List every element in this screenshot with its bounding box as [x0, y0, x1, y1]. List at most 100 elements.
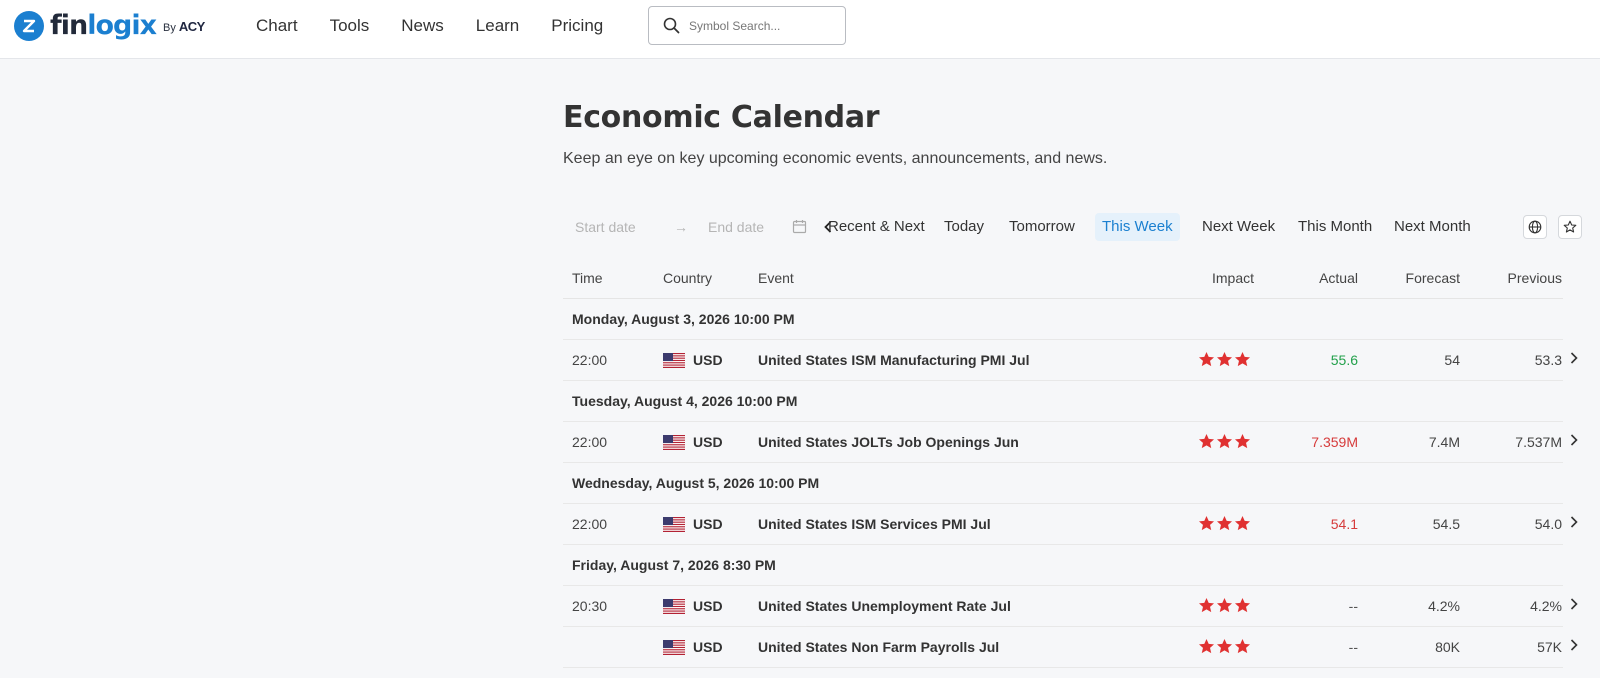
nav-learn[interactable]: Learn	[476, 16, 519, 36]
table-row[interactable]: 22:00 USD United States ISM Services PMI …	[563, 504, 1578, 545]
symbol-search-input[interactable]	[689, 18, 829, 33]
table-body: Monday, August 3, 2026 10:00 PM 22:00 USD…	[563, 299, 1578, 668]
date-group-header: Monday, August 3, 2026 10:00 PM	[563, 299, 1563, 340]
forecast-value: 4.2%	[1428, 598, 1460, 614]
date-group-header: Wednesday, August 5, 2026 10:00 PM	[563, 463, 1563, 504]
range-next-week[interactable]: Next Week	[1195, 213, 1282, 241]
page-title: Economic Calendar	[563, 100, 880, 135]
star-outline-icon	[1563, 220, 1577, 233]
logo-wordmark: finlogix	[50, 10, 157, 41]
chevron-right-icon[interactable]	[1570, 352, 1578, 364]
event-time: 22:00	[572, 516, 608, 532]
event-time: 22:00	[572, 434, 608, 450]
currency-code: USD	[693, 639, 723, 655]
end-date-input[interactable]	[696, 219, 791, 235]
table-header: Time Country Event Impact Actual Forecas…	[563, 258, 1563, 299]
date-group-label: Wednesday, August 5, 2026 10:00 PM	[572, 475, 820, 491]
nav-tools[interactable]: Tools	[330, 16, 370, 36]
chevron-right-icon[interactable]	[1570, 434, 1578, 446]
table-row[interactable]: 22:00 USD United States JOLTs Job Opening…	[563, 422, 1578, 463]
actual-value: 55.6	[1330, 352, 1358, 368]
star-icon	[1216, 351, 1233, 367]
table-row[interactable]: 22:00 USD United States ISM Manufacturing…	[563, 340, 1578, 381]
table-row[interactable]: USD United States Non Farm Payrolls Jul --…	[563, 627, 1578, 668]
previous-value: 4.2%	[1530, 598, 1562, 614]
globe-icon	[1528, 220, 1542, 234]
range-recent-next[interactable]: Recent & Next	[829, 213, 939, 241]
start-date-input[interactable]	[563, 219, 658, 235]
header-previous: Previous	[1507, 270, 1562, 286]
actual-value: --	[1348, 639, 1358, 655]
range-this-week[interactable]: This Week	[1095, 213, 1180, 241]
star-icon	[1216, 515, 1233, 531]
nav-chart[interactable]: Chart	[256, 16, 298, 36]
timezone-button[interactable]	[1523, 215, 1547, 239]
us-flag-icon	[663, 640, 685, 655]
currency-code: USD	[693, 598, 723, 614]
us-flag-icon	[663, 517, 685, 532]
symbol-search[interactable]	[648, 6, 846, 45]
header-forecast: Forecast	[1405, 270, 1460, 286]
range-next-month[interactable]: Next Month	[1387, 213, 1478, 241]
finlogix-logo[interactable]: finlogix By ACY	[14, 10, 205, 42]
chevron-right-icon[interactable]	[1570, 598, 1578, 610]
star-icon	[1234, 638, 1251, 654]
page-subtitle: Keep an eye on key upcoming economic eve…	[563, 150, 1108, 167]
forecast-value: 54.5	[1432, 516, 1460, 532]
range-this-month[interactable]: This Month	[1291, 213, 1379, 241]
header-event: Event	[758, 270, 794, 286]
star-icon	[1198, 433, 1215, 449]
event-name[interactable]: United States Non Farm Payrolls Jul	[758, 627, 999, 667]
date-group-header: Tuesday, August 4, 2026 10:00 PM	[563, 381, 1563, 422]
actual-value: --	[1348, 598, 1358, 614]
date-range-separator: →	[674, 219, 688, 235]
economic-calendar-table: Time Country Event Impact Actual Forecas…	[563, 258, 1578, 668]
range-tomorrow[interactable]: Tomorrow	[1002, 213, 1082, 241]
header-actual: Actual	[1319, 270, 1358, 286]
actual-value: 7.359M	[1311, 434, 1358, 450]
us-flag-icon	[663, 353, 685, 368]
chevron-right-icon[interactable]	[1570, 639, 1578, 651]
date-group-header: Friday, August 7, 2026 8:30 PM	[563, 545, 1563, 586]
event-name[interactable]: United States ISM Manufacturing PMI Jul	[758, 340, 1029, 380]
nav-pricing[interactable]: Pricing	[551, 16, 603, 36]
actual-value: 54.1	[1330, 516, 1358, 532]
star-icon	[1198, 638, 1215, 654]
date-group-label: Monday, August 3, 2026 10:00 PM	[572, 311, 795, 327]
us-flag-icon	[663, 599, 685, 614]
star-icon	[1216, 597, 1233, 613]
main-nav: Chart Tools News Learn Pricing	[256, 0, 635, 52]
us-flag-icon	[663, 435, 685, 450]
star-icon	[1234, 515, 1251, 531]
star-icon	[1216, 433, 1233, 449]
forecast-value: 7.4M	[1428, 434, 1460, 450]
currency-code: USD	[693, 434, 723, 450]
calendar-icon[interactable]	[792, 219, 807, 234]
chevron-right-icon[interactable]	[1570, 516, 1578, 528]
impact-stars	[1198, 351, 1251, 368]
nav-news[interactable]: News	[401, 16, 444, 36]
date-group-label: Friday, August 7, 2026 8:30 PM	[572, 557, 776, 573]
impact-stars	[1198, 597, 1251, 614]
star-icon	[1198, 351, 1215, 367]
favorites-button[interactable]	[1558, 215, 1582, 239]
logo-by-acy: By ACY	[163, 18, 205, 34]
forecast-value: 80K	[1435, 639, 1460, 655]
event-name[interactable]: United States ISM Services PMI Jul	[758, 504, 991, 544]
forecast-value: 54	[1444, 352, 1460, 368]
star-icon	[1234, 433, 1251, 449]
impact-stars	[1198, 638, 1251, 655]
star-icon	[1198, 597, 1215, 613]
header-country: Country	[663, 270, 713, 286]
event-time: 20:30	[572, 598, 608, 614]
impact-stars	[1198, 433, 1251, 450]
event-name[interactable]: United States JOLTs Job Openings Jun	[758, 422, 1019, 462]
top-navbar: finlogix By ACY Chart Tools News Learn Pr…	[0, 0, 1600, 59]
table-row[interactable]: 20:30 USD United States Unemployment Rate…	[563, 586, 1578, 627]
header-time: Time	[572, 270, 603, 286]
previous-value: 54.0	[1534, 516, 1562, 532]
star-icon	[1198, 515, 1215, 531]
date-range-picker[interactable]: →	[563, 210, 813, 244]
event-name[interactable]: United States Unemployment Rate Jul	[758, 586, 1011, 626]
range-today[interactable]: Today	[937, 213, 991, 241]
